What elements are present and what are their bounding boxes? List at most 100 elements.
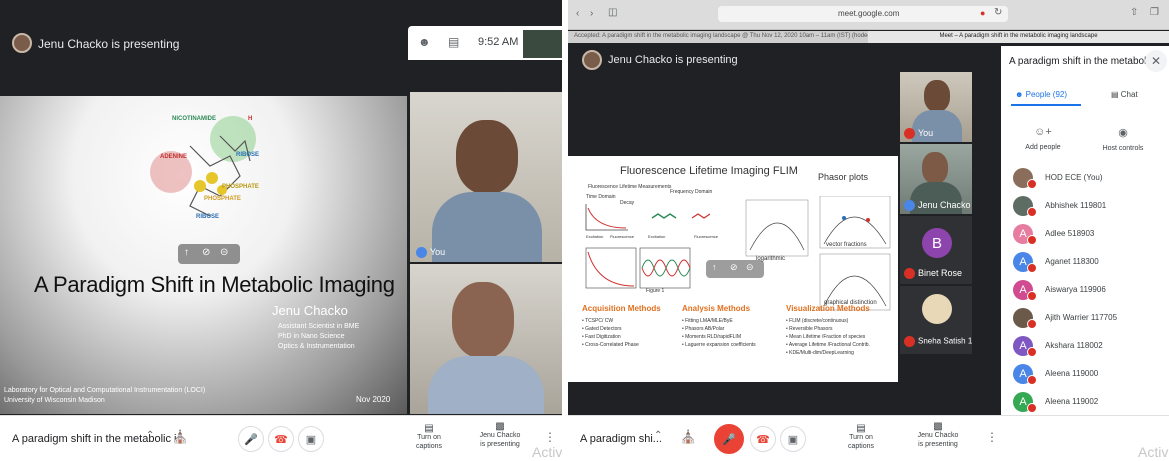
more-options-icon[interactable]: ⋮: [544, 430, 556, 444]
mini-self-preview: [523, 30, 562, 58]
captions-button[interactable]: ▤ Turn on captions: [836, 424, 886, 451]
audio-indicator-icon: [416, 247, 427, 259]
share-icon[interactable]: ⇧: [1130, 7, 1138, 18]
participant-row[interactable]: A Akshara 118002: [1005, 332, 1169, 360]
chevron-up-icon[interactable]: ⌃: [654, 430, 662, 441]
tab-calendar[interactable]: Accepted: A paradigm shift in the metabo…: [568, 31, 868, 43]
participant-row[interactable]: A Aiswarya 119906: [1005, 276, 1169, 304]
method-item: • Fitting LMA/MLE/ByE: [682, 318, 733, 324]
sidebar-icon[interactable]: ◫: [608, 7, 617, 18]
participant-row[interactable]: Ajith Warrier 117705: [1005, 304, 1169, 332]
host-controls-button[interactable]: ◉ Host controls: [1097, 126, 1149, 152]
bottom-bar: A paradigm shi... ⌃ ⛪ 🎤 ☎ ▣ ▤ Turn on ca…: [568, 415, 1169, 461]
camera-button[interactable]: ▣: [780, 426, 806, 452]
participant-tile-you[interactable]: You: [900, 72, 972, 142]
participant-face: [456, 120, 518, 194]
people-icon[interactable]: ☻: [418, 35, 431, 49]
participant-row[interactable]: A Adlee 518903: [1005, 220, 1169, 248]
microphone-icon: 🎤: [244, 433, 258, 446]
role-line: Optics & Instrumentation: [278, 343, 355, 350]
presenting-label: is presenting: [918, 441, 958, 448]
forward-icon[interactable]: ›: [590, 8, 593, 19]
address-bar[interactable]: meet.google.com ● ↻: [718, 6, 1008, 22]
pin-icon[interactable]: ↑: [184, 247, 189, 258]
participant-row[interactable]: A Aleena 119002: [1005, 388, 1169, 415]
label-nicotinamide: NICOTINAMIDE: [172, 116, 216, 122]
participant-tile-sneha[interactable]: Sneha Satish 117720: [900, 286, 972, 354]
method-item: • Fast Digitization: [582, 334, 621, 340]
slide-title: Fluorescence Lifetime Imaging FLIM: [620, 165, 798, 177]
add-person-icon: ☺+: [1034, 126, 1052, 138]
methods-analysis: Analysis Methods • Fitting LMA/MLE/ByE •…: [682, 304, 782, 349]
presentation-hover-controls[interactable]: ↑ ⊘ ⊝: [706, 260, 764, 278]
present-screen-icon: ▩: [933, 421, 943, 432]
mic-off-icon: [1027, 235, 1037, 245]
methods-heading: Acquisition Methods: [582, 304, 661, 313]
presentation-hover-controls[interactable]: ↑ ⊘ ⊝: [178, 244, 240, 264]
participant-tile-you[interactable]: You: [410, 92, 562, 262]
participant-row[interactable]: A Aganet 118300: [1005, 248, 1169, 276]
meeting-title[interactable]: A paradigm shi...: [580, 433, 662, 445]
mute-icon[interactable]: ⊘: [730, 262, 738, 273]
microphone-button[interactable]: 🎤: [238, 426, 264, 452]
mic-off-icon: [1027, 263, 1037, 273]
more-icon[interactable]: ⊝: [220, 247, 228, 258]
participant-initial-avatar: B: [922, 228, 952, 258]
tab-meet[interactable]: Meet – A paradigm shift in the metabolic…: [868, 31, 1169, 43]
mic-off-icon: [1027, 347, 1037, 357]
close-panel-button[interactable]: ✕: [1145, 50, 1167, 72]
more-options-icon[interactable]: ⋮: [986, 430, 998, 444]
slide-roles: Assistant Scientist in BME PhD in Nano S…: [278, 322, 359, 352]
mic-off-icon: [1027, 179, 1037, 189]
mute-icon[interactable]: ⊘: [202, 247, 210, 258]
captions-button[interactable]: ▤ Turn on captions: [404, 424, 454, 451]
microphone-button[interactable]: 🎤: [714, 424, 744, 454]
tab-people[interactable]: ☻ People (92): [1015, 90, 1067, 99]
tile-label: You: [904, 128, 934, 140]
back-icon[interactable]: ‹: [576, 8, 579, 19]
presenter-avatar: [12, 33, 32, 53]
tile-name: You: [918, 128, 934, 138]
shield-icon[interactable]: ⛪: [680, 429, 696, 445]
camera-button[interactable]: ▣: [298, 426, 324, 452]
tabs-icon[interactable]: ❐: [1150, 7, 1159, 18]
tile-name: Binet Rose: [918, 268, 963, 278]
captions-label: Turn on captions: [415, 434, 443, 450]
phasor-title: Phasor plots: [818, 172, 869, 182]
participant-name: HOD ECE (You): [1045, 173, 1103, 182]
more-icon[interactable]: ⊝: [746, 262, 754, 273]
reload-icon[interactable]: ↻: [994, 7, 1002, 18]
chat-icon: ▤: [1111, 90, 1121, 99]
participant-tile-binet[interactable]: B Binet Rose: [900, 216, 972, 284]
participant-name: Ajith Warrier 117705: [1045, 313, 1118, 322]
meeting-title[interactable]: A paradigm shift in the metabolic i...: [12, 433, 186, 445]
participant-name: Abhishek 119801: [1045, 201, 1107, 210]
shared-slide: Fluorescence Lifetime Imaging FLIM Phaso…: [568, 156, 898, 382]
methods-acquisition: Acquisition Methods • TCSPC/ CW • Gated …: [582, 304, 682, 349]
presenting-button[interactable]: ▩ Jenu Chacko is presenting: [912, 422, 964, 449]
captions-icon: ▤: [856, 423, 866, 434]
shield-icon[interactable]: ⛪: [172, 429, 188, 445]
chevron-up-icon[interactable]: ⌃: [146, 430, 154, 441]
tile-label: Jenu Chacko: [904, 200, 971, 212]
presenting-button[interactable]: ▩ Jenu Chacko is presenting: [474, 422, 526, 449]
top-bar: Jenu Chacko is presenting ☻ ▤ 9:52 AM: [0, 0, 562, 60]
tab-strip: Accepted: A paradigm shift in the metabo…: [568, 31, 1169, 43]
participant-row[interactable]: HOD ECE (You): [1005, 164, 1169, 192]
chat-icon[interactable]: ▤: [448, 35, 459, 49]
pin-icon[interactable]: ↑: [712, 262, 717, 272]
participant-tile-presenter[interactable]: Jenu Chacko: [900, 144, 972, 214]
method-item: • Moments RLD/rapidFLIM: [682, 334, 741, 340]
add-people-button[interactable]: ☺+ Add people: [1021, 126, 1065, 151]
tab-chat[interactable]: ▤ Chat: [1111, 90, 1138, 99]
tile-label: You: [416, 247, 445, 259]
leave-call-button[interactable]: ☎: [750, 426, 776, 452]
activation-watermark: Activ: [1138, 444, 1169, 460]
leave-call-button[interactable]: ☎: [268, 426, 294, 452]
phone-hangup-icon: ☎: [274, 433, 288, 446]
participant-row[interactable]: A Aleena 119000: [1005, 360, 1169, 388]
participant-tile-presenter[interactable]: [410, 264, 562, 414]
people-list: HOD ECE (You) Abhishek 119801 A Adlee 51890…: [1001, 164, 1169, 415]
participant-row[interactable]: Abhishek 119801: [1005, 192, 1169, 220]
host-controls-label: Host controls: [1102, 145, 1144, 152]
